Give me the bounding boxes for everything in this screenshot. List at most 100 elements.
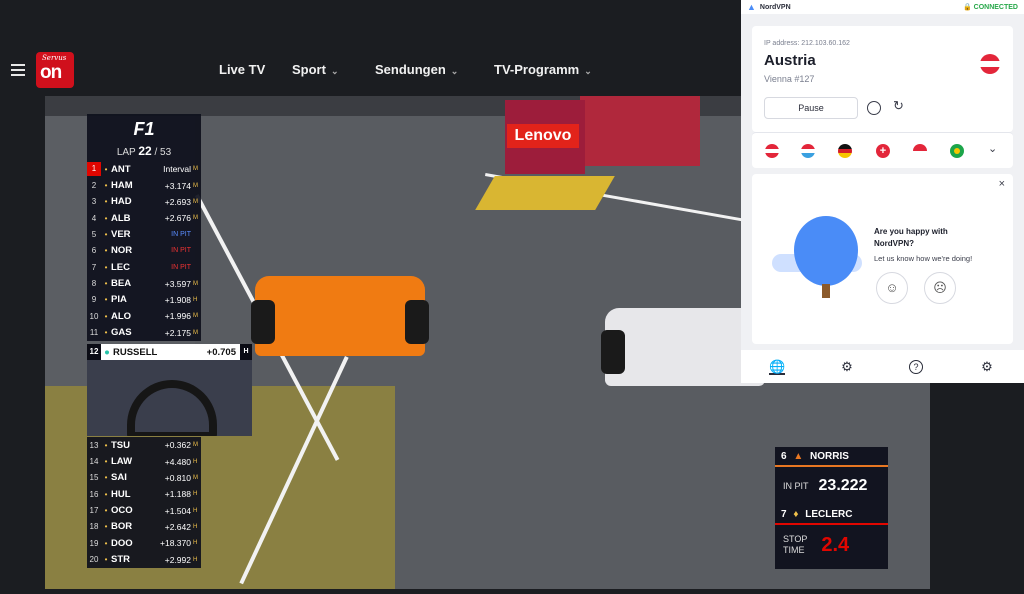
driver-code: PIA (111, 294, 127, 306)
kerb (475, 176, 615, 210)
position: 15 (89, 473, 99, 483)
servus-on-logo[interactable]: Servus on (36, 52, 74, 88)
austria-flag-icon (980, 54, 1000, 74)
tyre-compound: M (193, 182, 198, 189)
team-icon: • (104, 555, 108, 565)
sad-face-icon[interactable]: ☹ (924, 272, 956, 304)
driver-gap: +18.370 (160, 538, 191, 549)
switzerland-flag-icon[interactable]: + (876, 144, 890, 158)
leaderboard-row: 20 • STR +2.992 H (87, 551, 201, 567)
leaderboard-row: 5 • VER IN PIT (87, 226, 201, 242)
happy-face-icon[interactable]: ☺ (876, 272, 908, 304)
nav-live-tv[interactable]: Live TV (219, 62, 265, 77)
luxembourg-flag-icon[interactable] (801, 144, 815, 158)
leaderboard-row: 19 • DOO +18.370 H (87, 535, 201, 551)
power-icon[interactable] (867, 101, 881, 115)
tyre-compound: H (193, 458, 198, 465)
driver-code: TSU (111, 439, 130, 451)
position: 18 (89, 522, 99, 532)
position: 19 (89, 538, 99, 548)
bell-icon[interactable]: ⚙ (839, 359, 855, 375)
vpn-status: 🔒 CONNECTED (962, 4, 1018, 11)
team-icon: • (104, 522, 108, 532)
driver-gap: +1.188 (164, 489, 191, 500)
steering-wheel (127, 380, 217, 436)
team-icon: • (104, 164, 108, 174)
driver-gap: +0.362 (164, 440, 191, 451)
team-icon: • (104, 262, 108, 272)
position: 17 (89, 506, 99, 516)
ferrari-icon: ♦ (793, 509, 799, 520)
tyre-compound: H (193, 556, 198, 563)
nav-tv-programm[interactable]: TV-Programm ⌄ (494, 62, 592, 77)
globe-icon[interactable]: 🌐 (769, 359, 785, 375)
driver-code: DOO (111, 537, 133, 549)
refresh-icon[interactable]: ↻ (893, 98, 904, 114)
singapore-flag-icon[interactable] (913, 144, 927, 158)
highlighted-driver-row: 12 ● RUSSELL +0.705 H (87, 344, 252, 360)
leaderboard-row: 9 • PIA +1.908 H (87, 292, 201, 308)
team-icon: • (104, 295, 108, 305)
position: 8 (91, 279, 97, 289)
position: 2 (91, 181, 97, 191)
ip-address: IP address: 212.103.60.162 (764, 40, 850, 47)
position: 7 (781, 509, 787, 520)
lenovo-sign: Lenovo (507, 124, 579, 148)
leaderboard-row: 7 • LEC IN PIT (87, 259, 201, 275)
nav-sport[interactable]: Sport ⌄ (292, 62, 339, 77)
austria-flag-icon[interactable] (765, 144, 779, 158)
driver-code: ALO (111, 310, 132, 322)
team-icon: • (104, 181, 108, 191)
nav-sendungen[interactable]: Sendungen ⌄ (375, 62, 458, 77)
pit-stop-box: 6 ▲ NORRIS IN PIT 23.222 7 ♦ LECLERC STO… (775, 447, 888, 569)
tyre-compound: H (193, 523, 198, 530)
tyre-compound: H (193, 296, 198, 303)
driver-name: RUSSELL (113, 346, 158, 358)
driver-code: LAW (111, 456, 133, 468)
close-icon[interactable]: × (999, 178, 1005, 190)
tyre-compound: H (193, 540, 198, 547)
leaderboard-row: 1 • ANT Interval M (87, 161, 201, 177)
nav-label: Sport (292, 62, 326, 77)
help-icon[interactable]: ? (909, 360, 923, 374)
driver-code: VER (111, 229, 131, 241)
leaderboard-row: 3 • HAD +2.693 M (87, 194, 201, 210)
logo-big-text: on (40, 62, 62, 83)
germany-flag-icon[interactable] (838, 144, 852, 158)
tyre-compound: H (240, 344, 252, 360)
stop-label: STOP (783, 534, 808, 544)
leaderboard-row: 15 • SAI +0.810 M (87, 470, 201, 486)
leaderboard: F1 LAP 22 / 53 1 • ANT Interval M 2 • HAM +3.174… (87, 114, 201, 341)
driver-gap: IN PIT (171, 263, 191, 271)
driver-gap: +2.642 (164, 521, 191, 532)
settings-gear-icon[interactable]: ⚙ (979, 359, 995, 375)
position: 6 (91, 246, 97, 256)
pause-button[interactable]: Pause (764, 97, 858, 119)
feedback-subtitle: Let us know how we're doing! (874, 254, 973, 263)
driver-gap: Interval (163, 164, 191, 175)
lap-counter: LAP 22 / 53 (87, 144, 201, 161)
position: 11 (89, 328, 99, 338)
mclaren-car (251, 276, 429, 356)
team-icon: • (104, 489, 108, 499)
driver-gap: +1.996 (164, 311, 191, 322)
driver-code: ALB (111, 212, 131, 224)
barrier-wall (580, 96, 700, 166)
team-icon: • (104, 246, 108, 256)
driver-name: NORRIS (810, 451, 849, 462)
driver-code: SAI (111, 472, 127, 484)
position: 4 (91, 213, 97, 223)
driver-gap: +2.693 (164, 196, 191, 207)
logo-small-text: Servus (42, 54, 67, 62)
brazil-flag-icon[interactable] (950, 144, 964, 158)
in-pit-label: IN PIT (783, 481, 809, 491)
position: 13 (89, 440, 99, 450)
tyre-compound: H (193, 491, 198, 498)
leaderboard-row: 8 • BEA +3.597 M (87, 275, 201, 291)
pit-driver-1: 6 ▲ NORRIS (775, 447, 888, 467)
chevron-down-icon[interactable]: ⌄ (988, 142, 997, 155)
status-text: CONNECTED (973, 4, 1018, 11)
menu-icon[interactable] (11, 64, 25, 76)
team-icon: • (104, 230, 108, 240)
driver-gap: +4.480 (164, 456, 191, 467)
